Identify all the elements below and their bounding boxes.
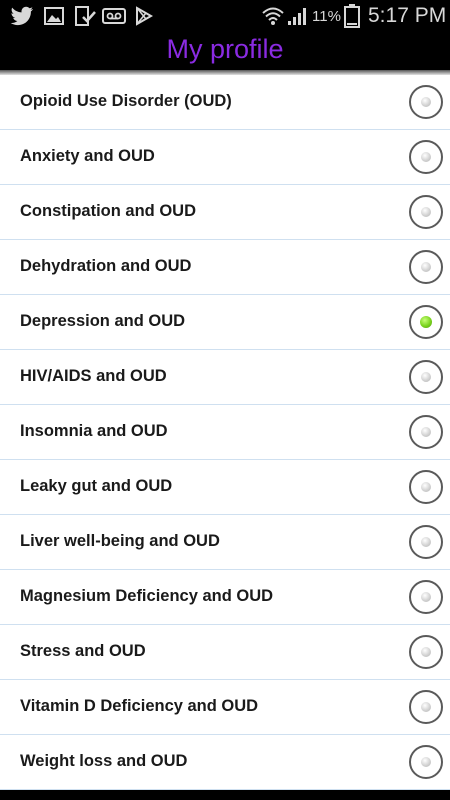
twitter-icon	[10, 6, 33, 26]
list-item-label: Insomnia and OUD	[20, 422, 168, 440]
voicemail-icon	[102, 8, 126, 24]
wifi-icon	[262, 7, 284, 25]
app-header: My profile	[0, 32, 450, 70]
radio-indicator	[421, 427, 431, 437]
radio-indicator	[421, 482, 431, 492]
list-item[interactable]: Leaky gut and OUD	[0, 460, 450, 515]
radio-indicator	[421, 152, 431, 162]
radio-button[interactable]	[409, 140, 443, 174]
radio-button[interactable]	[409, 745, 443, 779]
clock: 5:17 PM	[368, 4, 447, 27]
list-item[interactable]: Insomnia and OUD	[0, 405, 450, 460]
battery-icon	[344, 4, 360, 28]
list-item-label: Liver well-being and OUD	[20, 532, 220, 550]
bottom-bar	[0, 790, 450, 800]
list-item-label: Leaky gut and OUD	[20, 477, 173, 495]
page-title: My profile	[166, 34, 284, 64]
radio-indicator	[421, 702, 431, 712]
list-item-label: Depression and OUD	[20, 312, 186, 330]
list-item[interactable]: Liver well-being and OUD	[0, 515, 450, 570]
radio-indicator	[421, 207, 431, 217]
list-item-label: Constipation and OUD	[20, 202, 196, 220]
list-item-label: Dehydration and OUD	[20, 257, 192, 275]
list-item-label: Magnesium Deficiency and OUD	[20, 587, 274, 605]
list-item-label: HIV/AIDS and OUD	[20, 367, 167, 385]
radio-button[interactable]	[409, 470, 443, 504]
radio-button[interactable]	[409, 635, 443, 669]
list-item-label: Stress and OUD	[20, 642, 146, 660]
radio-indicator	[421, 757, 431, 767]
radio-button[interactable]	[409, 415, 443, 449]
radio-indicator	[420, 316, 432, 328]
list-item[interactable]: Anxiety and OUD	[0, 130, 450, 185]
download-done-icon	[75, 6, 96, 26]
image-icon	[44, 7, 64, 25]
list-item[interactable]: Dehydration and OUD	[0, 240, 450, 295]
signal-icon	[288, 8, 306, 25]
list-item-label: Weight loss and OUD	[20, 752, 188, 770]
list-item-label: Anxiety and OUD	[20, 147, 155, 165]
list-item[interactable]: Magnesium Deficiency and OUD	[0, 570, 450, 625]
radio-button[interactable]	[409, 690, 443, 724]
radio-button[interactable]	[409, 250, 443, 284]
list-item[interactable]: Opioid Use Disorder (OUD)	[0, 75, 450, 130]
radio-button[interactable]	[409, 360, 443, 394]
list-item[interactable]: Vitamin D Deficiency and OUD	[0, 680, 450, 735]
radio-indicator	[421, 262, 431, 272]
radio-button[interactable]	[409, 525, 443, 559]
radio-indicator	[421, 537, 431, 547]
list-item[interactable]: Depression and OUD	[0, 295, 450, 350]
list-item[interactable]: Weight loss and OUD	[0, 735, 450, 790]
list-item[interactable]: Stress and OUD	[0, 625, 450, 680]
list-item[interactable]: HIV/AIDS and OUD	[0, 350, 450, 405]
play-store-icon	[136, 6, 154, 26]
status-bar: 11% 5:17 PM	[0, 0, 450, 32]
condition-list: Opioid Use Disorder (OUD) Anxiety and OUD…	[0, 75, 450, 790]
radio-button[interactable]	[409, 580, 443, 614]
radio-indicator	[421, 97, 431, 107]
list-item-label: Vitamin D Deficiency and OUD	[20, 697, 259, 715]
radio-button[interactable]	[409, 85, 443, 119]
battery-percent: 11%	[312, 8, 341, 25]
list-item-label: Opioid Use Disorder (OUD)	[20, 92, 232, 110]
radio-indicator	[421, 592, 431, 602]
radio-indicator	[421, 372, 431, 382]
list-item[interactable]: Constipation and OUD	[0, 185, 450, 240]
radio-button-selected[interactable]	[409, 305, 443, 339]
radio-indicator	[421, 647, 431, 657]
radio-button[interactable]	[409, 195, 443, 229]
